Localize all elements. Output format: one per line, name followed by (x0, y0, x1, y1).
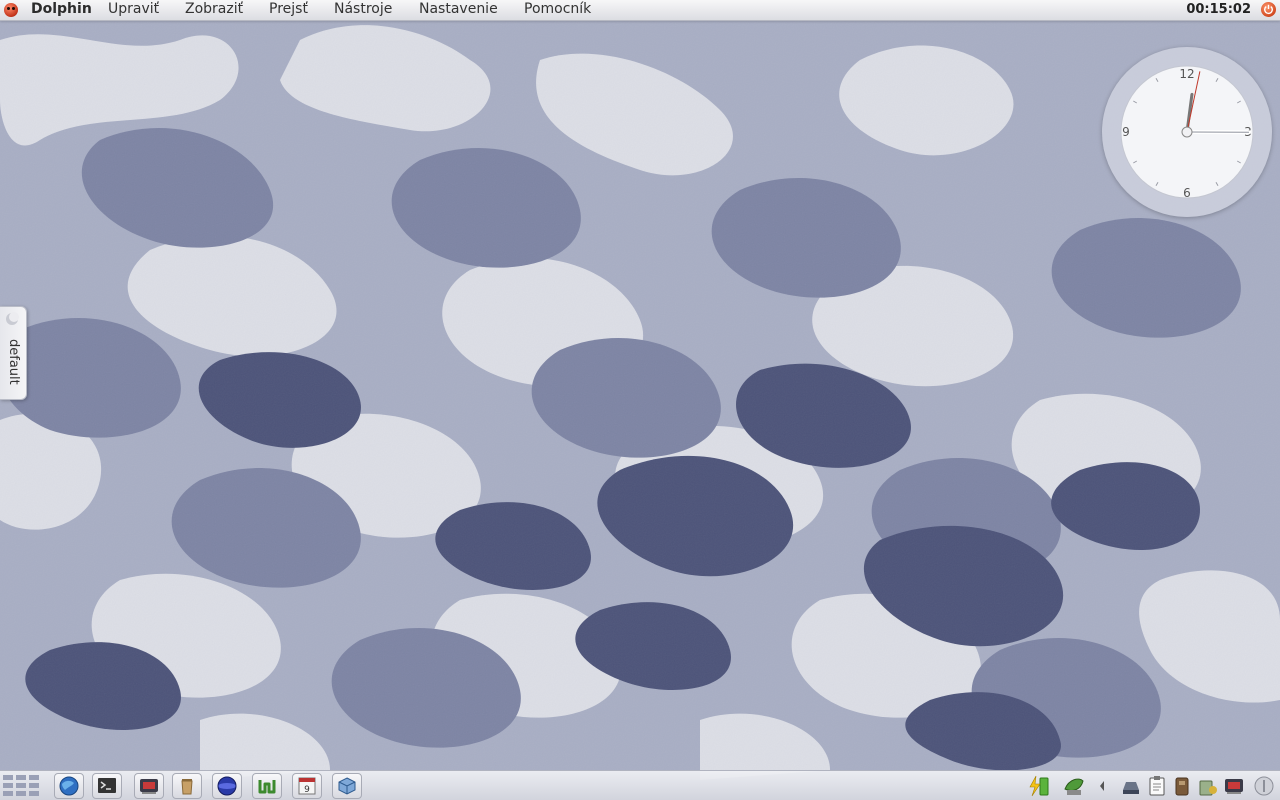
updates-tray-item[interactable] (1063, 775, 1085, 797)
clock-numeral-6: 6 (1183, 186, 1191, 200)
menu-nastroje[interactable]: Nástroje (334, 1, 392, 17)
volume-tray-item[interactable] (1197, 775, 1219, 797)
battery-charging-icon (1029, 775, 1049, 797)
menu-nastavenie[interactable]: Nastavenie (419, 1, 498, 17)
menu-pomocnik[interactable]: Pomocník (524, 1, 591, 17)
camouflage-wallpaper (0, 0, 1280, 800)
activity-label: default (6, 339, 21, 385)
screen-capture-icon (140, 779, 158, 794)
panel-toolbox-button[interactable] (1253, 775, 1275, 797)
calendar-launcher[interactable]: 9 (292, 773, 322, 799)
browser-globe-icon (59, 776, 79, 796)
calendar-icon: 9 (298, 777, 316, 795)
power-icon (1264, 4, 1273, 15)
app-launcher-button[interactable] (3, 775, 43, 800)
network-manager-icon (258, 780, 276, 794)
clipboard-icon (1149, 776, 1165, 796)
virtualbox-icon (338, 777, 356, 795)
updates-leaf-icon (1064, 778, 1084, 795)
panel-toolbox-icon (1254, 776, 1274, 796)
trash-can-icon (181, 779, 193, 795)
analog-clock-widget[interactable]: 12 3 6 9 (1102, 47, 1272, 217)
tray-expand-arrow-icon (1100, 781, 1104, 791)
network-icon (1123, 782, 1139, 794)
clipboard-tray-item[interactable] (1146, 775, 1168, 797)
activity-cashew-icon (6, 312, 19, 325)
clock-center-pin (1181, 126, 1193, 138)
device-notifier-icon (1175, 777, 1189, 796)
battery-tray-item[interactable] (1028, 775, 1050, 797)
calendar-day-label: 9 (304, 785, 310, 795)
clock-numeral-9: 9 (1122, 125, 1130, 139)
clock-numeral-12: 12 (1179, 67, 1194, 81)
terminal-launcher[interactable] (92, 773, 122, 799)
app-launcher-grid-icon (3, 775, 39, 796)
power-button[interactable] (1261, 2, 1276, 17)
browser-launcher[interactable] (54, 773, 84, 799)
desktop[interactable]: Dolphin Upraviť Zobraziť Prejsť Nástroje… (0, 0, 1280, 800)
app-menu-icon[interactable] (4, 3, 18, 17)
device-notifier-tray-item[interactable] (1171, 775, 1193, 797)
global-menubar: Dolphin Upraviť Zobraziť Prejsť Nástroje… (0, 0, 1280, 21)
trash-launcher[interactable] (172, 773, 202, 799)
activity-tab[interactable]: default (0, 306, 27, 400)
screen-recorder-tray-item[interactable] (1223, 775, 1245, 797)
bottom-panel: 9 (0, 770, 1280, 800)
screen-capture-launcher[interactable] (134, 773, 164, 799)
clock-face: 12 3 6 9 (1120, 65, 1254, 200)
media-player-launcher[interactable] (212, 773, 242, 799)
screen-recorder-icon (1225, 779, 1243, 794)
menu-upravit[interactable]: Upraviť (108, 1, 159, 17)
menu-prejst[interactable]: Prejsť (269, 1, 308, 17)
tray-expand-button[interactable] (1097, 775, 1107, 797)
app-name-menu[interactable]: Dolphin (31, 1, 92, 17)
network-tray-item[interactable] (1120, 775, 1142, 797)
media-player-icon (217, 776, 237, 796)
network-manager-launcher[interactable] (252, 773, 282, 799)
terminal-icon (98, 778, 116, 793)
digital-clock[interactable]: 00:15:02 (1186, 2, 1251, 17)
menu-zobrazit[interactable]: Zobraziť (185, 1, 243, 17)
virtualbox-launcher[interactable] (332, 773, 362, 799)
volume-icon (1199, 780, 1217, 796)
